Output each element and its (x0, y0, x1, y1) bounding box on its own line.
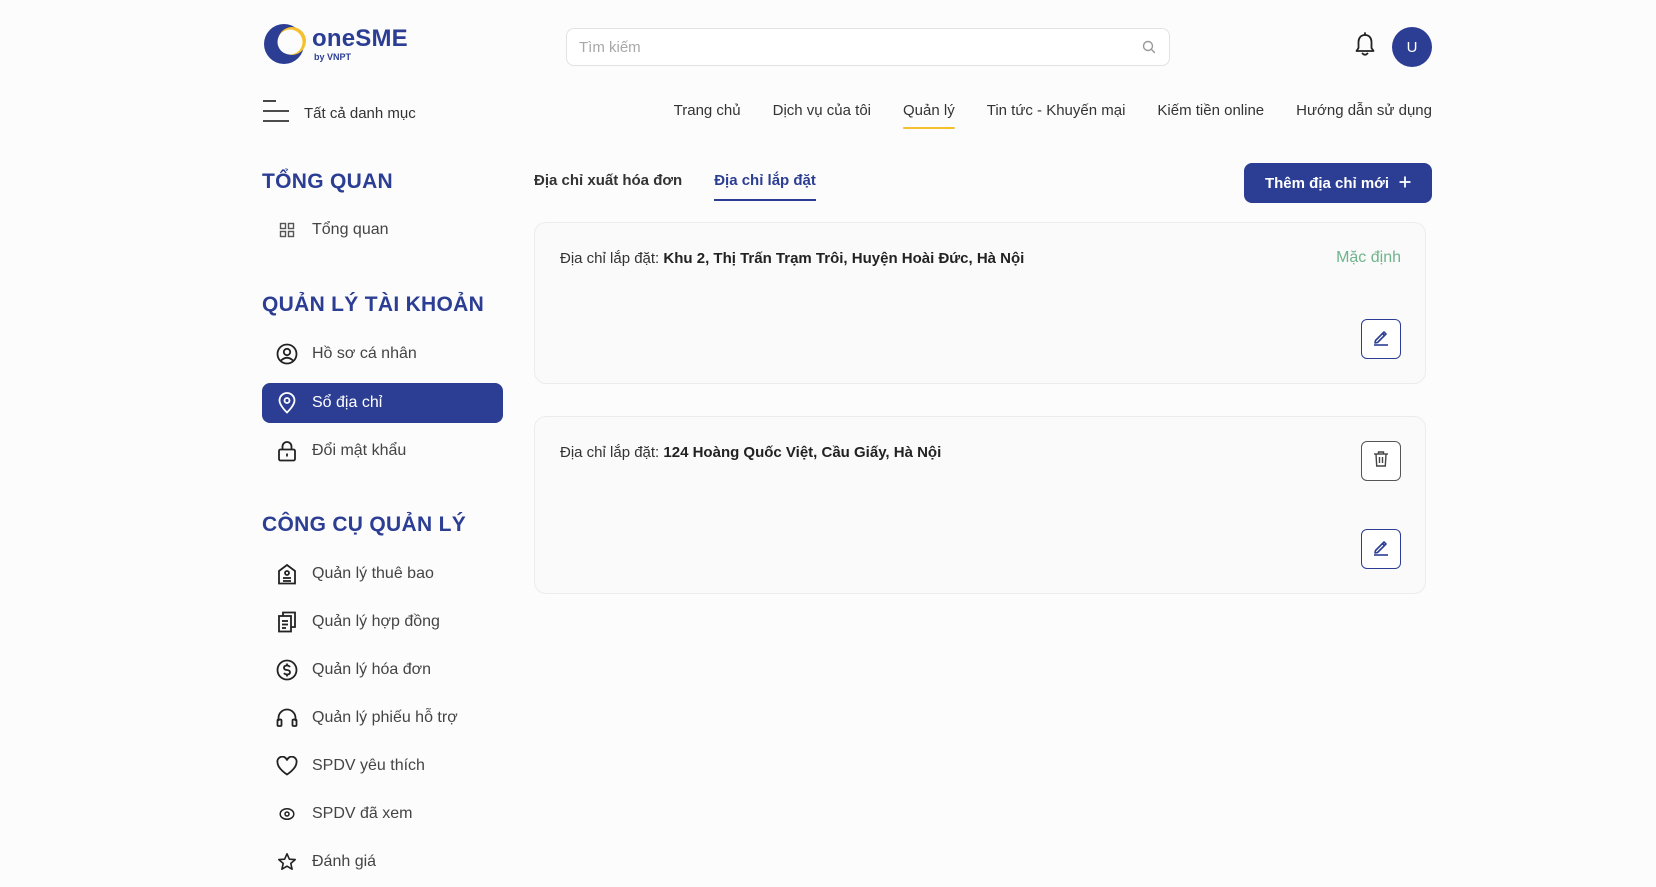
default-badge: Mặc định (1336, 249, 1401, 266)
address-prefix: Địa chỉ lắp đặt: (560, 250, 660, 267)
search-box (566, 28, 1170, 66)
sidebar-item-favorites[interactable]: SPDV yêu thích (262, 746, 503, 786)
sidebar-item-reviews[interactable]: Đánh giá (262, 842, 503, 882)
nav-my-services[interactable]: Dịch vụ của tôi (773, 102, 871, 129)
address-tabs: Địa chỉ xuất hóa đơn Địa chỉ lắp đặt (534, 172, 816, 201)
sidebar-item-profile[interactable]: Hồ sơ cá nhân (262, 334, 503, 374)
all-categories-menu[interactable]: Tất cả danh mục (262, 99, 416, 128)
sidebar-item-change-password[interactable]: Đổi mật khẩu (262, 431, 503, 471)
sidebar-item-label: Quản lý phiếu hỗ trợ (312, 709, 458, 726)
sidebar-item-support-tickets[interactable]: Quản lý phiếu hỗ trợ (262, 698, 503, 738)
hamburger-menu-icon (262, 99, 290, 128)
address-prefix: Địa chỉ lắp đặt: (560, 444, 660, 461)
sidebar-item-subscriptions[interactable]: Quản lý thuê bao (262, 554, 503, 594)
brand-sub: by VNPT (314, 52, 352, 62)
sidebar-item-label: Hồ sơ cá nhân (312, 345, 417, 362)
address-card: Địa chỉ lắp đặt: Khu 2, Thị Trấn Trạm Tr… (534, 222, 1426, 384)
brand-logo[interactable]: oneSME by VNPT (262, 22, 422, 66)
address-line: Địa chỉ lắp đặt: 124 Hoàng Quốc Việt, Cầ… (560, 444, 941, 461)
sidebar-heading-tools: CÔNG CỤ QUẢN LÝ (262, 513, 466, 536)
sidebar-item-overview[interactable]: Tổng quan (262, 210, 503, 250)
sidebar-item-label: SPDV đã xem (312, 805, 413, 822)
sidebar-item-label: Đổi mật khẩu (312, 442, 407, 459)
grid-icon (276, 219, 298, 241)
tab-installation-address[interactable]: Địa chỉ lắp đặt (714, 172, 816, 201)
sidebar-item-label: Quản lý hóa đơn (312, 661, 432, 678)
edit-address-button[interactable] (1361, 529, 1401, 569)
sidebar-item-label: SPDV yêu thích (312, 757, 425, 774)
user-circle-icon (276, 343, 298, 365)
add-address-label: Thêm địa chỉ mới (1264, 174, 1390, 192)
headset-icon (276, 707, 298, 729)
building-icon (276, 563, 298, 585)
sidebar-item-label: Tổng quan (312, 221, 389, 238)
sidebar-item-label: Quản lý thuê bao (312, 565, 434, 582)
sidebar-item-invoices[interactable]: Quản lý hóa đơn (262, 650, 503, 690)
heart-icon (276, 755, 298, 777)
trash-icon (1373, 450, 1389, 473)
sidebar-heading-overview: TỔNG QUAN (262, 170, 394, 193)
lock-icon (276, 440, 298, 462)
plus-icon (1399, 175, 1411, 192)
notification-bell-icon[interactable] (1352, 30, 1378, 60)
top-navigation: Trang chủ Dịch vụ của tôi Quản lý Tin tứ… (674, 102, 1432, 129)
delete-address-button[interactable] (1361, 441, 1401, 481)
nav-news-promotions[interactable]: Tin tức - Khuyến mại (987, 102, 1126, 129)
all-categories-label: Tất cả danh mục (304, 104, 416, 122)
address-value: 124 Hoàng Quốc Việt, Cầu Giấy, Hà Nội (663, 444, 942, 461)
search-input[interactable] (579, 38, 1141, 56)
nav-earn-online[interactable]: Kiếm tiền online (1157, 102, 1264, 129)
star-icon (276, 851, 298, 873)
sidebar-item-contracts[interactable]: Quản lý hợp đồng (262, 602, 503, 642)
edit-address-button[interactable] (1361, 319, 1401, 359)
search-icon[interactable] (1141, 39, 1157, 55)
sidebar-item-address-book[interactable]: Sổ địa chỉ (262, 383, 503, 423)
sidebar-item-label: Đánh giá (312, 853, 377, 870)
map-pin-icon (276, 392, 298, 414)
nav-user-guide[interactable]: Hướng dẫn sử dụng (1296, 102, 1432, 129)
user-avatar[interactable]: U (1392, 27, 1432, 67)
logo-mark-icon (262, 22, 308, 66)
address-value: Khu 2, Thị Trấn Trạm Trôi, Huyện Hoài Đứ… (663, 250, 1025, 267)
add-address-button[interactable]: Thêm địa chỉ mới (1244, 163, 1432, 203)
nav-management[interactable]: Quản lý (903, 102, 955, 129)
dollar-circle-icon (276, 659, 298, 681)
sidebar-item-label: Quản lý hợp đồng (312, 613, 440, 630)
address-card: Địa chỉ lắp đặt: 124 Hoàng Quốc Việt, Cầ… (534, 416, 1426, 594)
brand-name: oneSME (312, 25, 408, 52)
sidebar-heading-account: QUẢN LÝ TÀI KHOẢN (262, 293, 485, 316)
edit-pencil-icon (1372, 538, 1390, 561)
eye-icon (276, 803, 298, 825)
sidebar-item-label: Sổ địa chỉ (312, 394, 383, 411)
document-icon (276, 611, 298, 633)
nav-home[interactable]: Trang chủ (674, 102, 741, 129)
edit-pencil-icon (1372, 328, 1390, 351)
sidebar-item-viewed[interactable]: SPDV đã xem (262, 794, 503, 834)
address-line: Địa chỉ lắp đặt: Khu 2, Thị Trấn Trạm Tr… (560, 250, 1024, 267)
tab-billing-address[interactable]: Địa chỉ xuất hóa đơn (534, 172, 682, 201)
